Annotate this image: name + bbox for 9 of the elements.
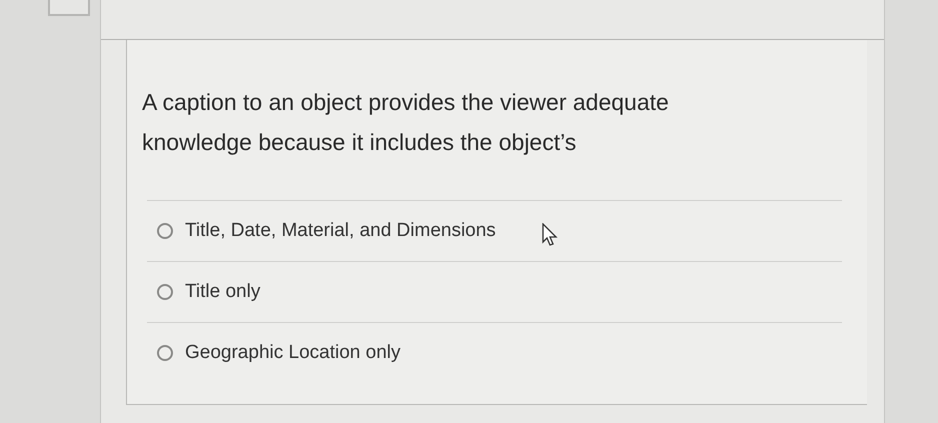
- radio-button[interactable]: [157, 345, 173, 361]
- radio-button[interactable]: [157, 284, 173, 300]
- flag-box[interactable]: [48, 0, 90, 16]
- answer-option[interactable]: Geographic Location only: [157, 338, 400, 368]
- cursor-icon: [542, 223, 560, 247]
- answer-option[interactable]: Title, Date, Material, and Dimensions: [157, 216, 496, 246]
- radio-button[interactable]: [157, 223, 173, 239]
- answer-option[interactable]: Title only: [157, 278, 260, 306]
- question-text: A caption to an object provides the viewer adequate knowledge because it includes the object’s: [142, 88, 670, 157]
